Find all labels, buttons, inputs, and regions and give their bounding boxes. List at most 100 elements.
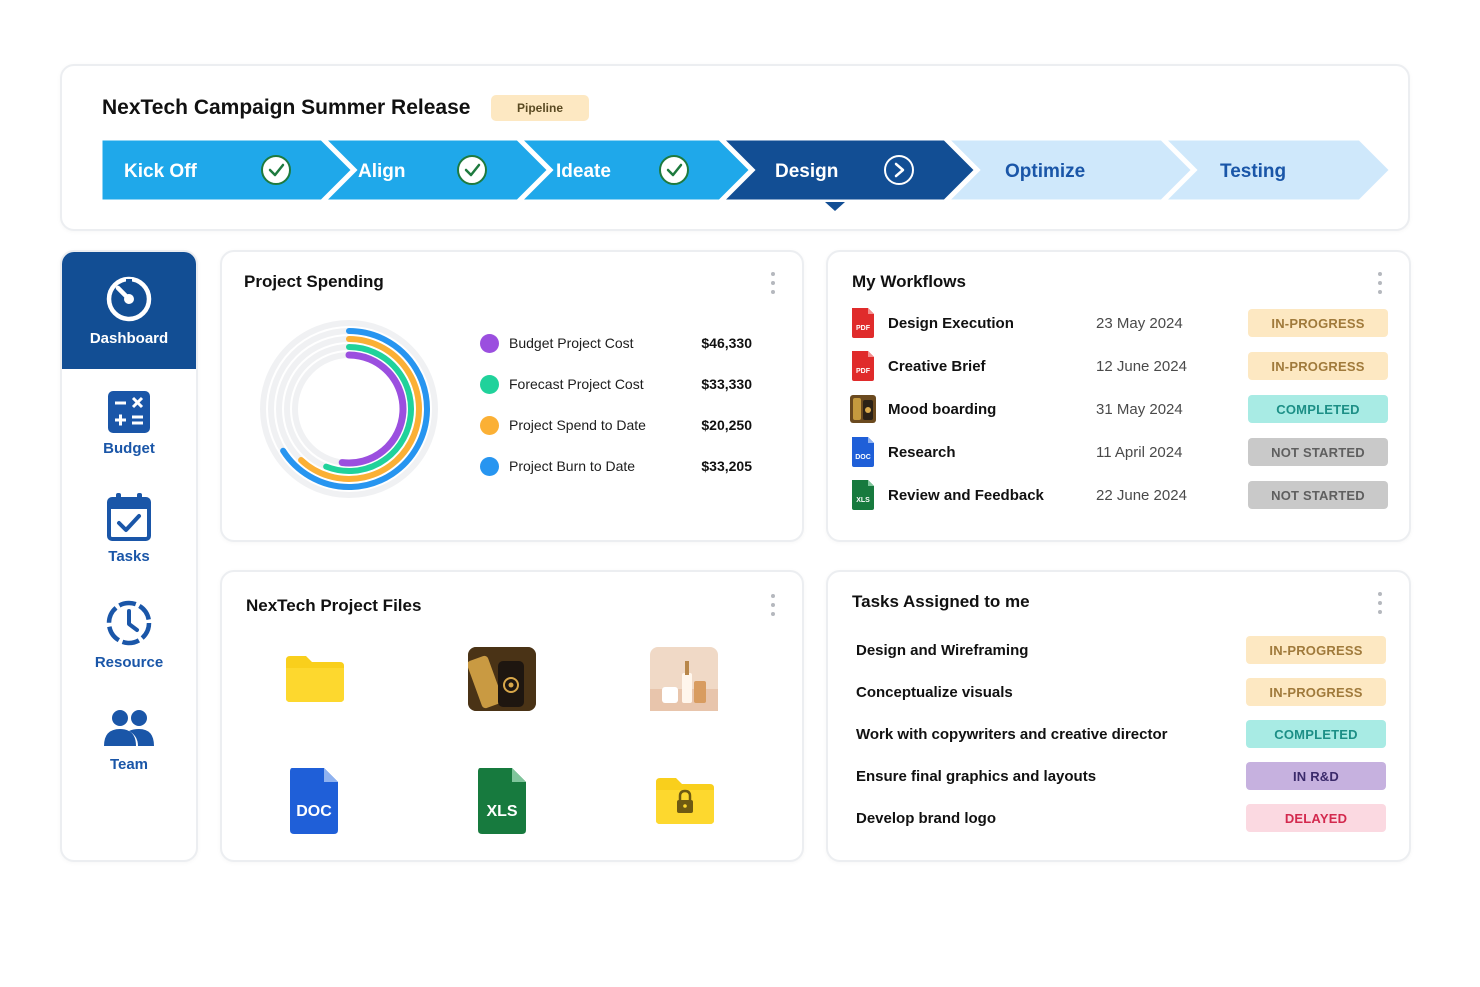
svg-text:DOC: DOC <box>296 803 332 820</box>
workflow-row[interactable]: PDF Creative Brief 12 June 2024 IN-PROGR… <box>850 351 1390 381</box>
svg-text:PDF: PDF <box>856 368 871 375</box>
status-badge: IN-PROGRESS <box>1248 309 1388 337</box>
more-options-icon[interactable] <box>1373 272 1387 294</box>
calendar-check-icon <box>106 492 152 542</box>
legend-value: $33,330 <box>701 376 752 392</box>
panel-title: NexTech Project Files <box>246 596 422 615</box>
legend-label: Project Burn to Date <box>509 458 636 474</box>
team-icon <box>102 708 156 750</box>
legend-label: Budget Project Cost <box>509 335 634 351</box>
sidebar-item-dashboard[interactable]: Dashboard <box>62 252 196 369</box>
pdf-file-icon: PDF <box>852 308 874 338</box>
project-files-panel: NexTech Project Files DOC XLS <box>220 570 804 862</box>
product-photo-icon[interactable] <box>467 647 536 716</box>
workflow-row[interactable]: XLS Review and Feedback 22 June 2024 NOT… <box>850 480 1390 510</box>
panel-title: Tasks Assigned to me <box>852 592 1030 611</box>
sidebar-item-tasks[interactable]: Tasks <box>62 492 196 565</box>
legend-label: Forecast Project Cost <box>509 376 644 392</box>
legend-value: $20,250 <box>701 417 752 433</box>
task-name: Conceptualize visuals <box>856 683 1013 701</box>
my-workflows-panel: My Workflows PDF Design Execution 23 May… <box>826 250 1411 542</box>
project-title: NexTech Campaign Summer Release <box>102 96 471 119</box>
status-badge: IN-PROGRESS <box>1246 636 1386 664</box>
xls-file-icon: XLS <box>852 480 874 510</box>
pipeline-header: NexTech Campaign Summer Release Pipeline… <box>60 64 1410 231</box>
task-row[interactable]: Design and Wireframing IN-PROGRESS <box>856 635 1386 665</box>
sidebar-item-label: Tasks <box>108 548 150 565</box>
current-stage-pointer <box>825 202 845 211</box>
doc-file-icon[interactable]: DOC <box>288 768 340 841</box>
folder-icon[interactable] <box>284 654 346 709</box>
pdf-file-icon: PDF <box>852 351 874 381</box>
doc-file-icon: DOC <box>852 437 874 467</box>
check-circle-icon <box>457 155 487 185</box>
task-row[interactable]: Ensure final graphics and layouts IN R&D <box>856 761 1386 791</box>
task-row[interactable]: Develop brand logo DELAYED <box>856 803 1386 833</box>
workflow-name: Design Execution <box>888 314 1014 332</box>
workflow-date: 22 June 2024 <box>1096 486 1187 504</box>
tasks-assigned-panel: Tasks Assigned to me Design and Wirefram… <box>826 570 1411 862</box>
legend-dot <box>480 374 499 394</box>
sidebar-item-resource[interactable]: Resource <box>62 598 196 671</box>
product-photo-icon[interactable] <box>650 647 718 716</box>
legend-dot <box>480 333 499 353</box>
workflow-name: Mood boarding <box>888 400 997 418</box>
task-name: Ensure final graphics and layouts <box>856 767 1097 785</box>
xls-file-icon[interactable]: XLS <box>476 768 528 841</box>
task-row[interactable]: Work with copywriters and creative direc… <box>856 719 1386 749</box>
sidebar-item-label: Resource <box>94 654 164 671</box>
legend-row: Project Spend to Date $20,250 <box>480 413 752 437</box>
ring-arc-budget-project-cost <box>338 351 407 467</box>
panel-title: Project Spending <box>244 272 384 291</box>
more-options-icon[interactable] <box>1373 592 1387 614</box>
ring-arc-forecast-project-cost <box>323 344 414 474</box>
legend-dot <box>480 456 499 476</box>
task-name: Work with copywriters and creative direc… <box>856 725 1168 743</box>
more-options-icon[interactable] <box>766 272 780 294</box>
sidebar-item-label: Team <box>109 756 149 773</box>
locked-folder-icon[interactable] <box>654 776 716 831</box>
legend-row: Forecast Project Cost $33,330 <box>480 372 752 396</box>
status-badge: IN-PROGRESS <box>1248 352 1388 380</box>
workflow-name: Creative Brief <box>888 357 986 375</box>
pipeline-badge: Pipeline <box>491 95 589 121</box>
status-badge: NOT STARTED <box>1248 481 1388 509</box>
task-row[interactable]: Conceptualize visuals IN-PROGRESS <box>856 677 1386 707</box>
pipeline-stage-label: Optimize <box>1005 161 1085 182</box>
workflow-name: Review and Feedback <box>888 486 1044 504</box>
svg-text:XLS: XLS <box>856 497 870 504</box>
pipeline-stages: Testing Optimize Design Ideate Align Kick Off <box>100 138 1392 211</box>
legend-row: Project Burn to Date $33,205 <box>480 454 752 478</box>
project-spending-panel: Project Spending Budget Project Cost $46… <box>220 250 804 542</box>
svg-text:PDF: PDF <box>856 325 871 332</box>
workflow-date: 31 May 2024 <box>1096 400 1183 418</box>
workflow-row[interactable]: PDF Design Execution 23 May 2024 IN-PROG… <box>850 308 1390 338</box>
svg-text:DOC: DOC <box>855 454 871 461</box>
status-badge: IN R&D <box>1246 762 1386 790</box>
gauge-icon <box>104 274 154 324</box>
status-badge: COMPLETED <box>1248 395 1388 423</box>
sidebar-item-budget[interactable]: Budget <box>62 390 196 457</box>
legend-dot <box>480 415 499 435</box>
pipeline-stage-design[interactable]: Design <box>708 138 981 211</box>
more-options-icon[interactable] <box>766 594 780 616</box>
clock-icon <box>104 598 154 648</box>
image-thumbnail-icon <box>850 395 876 423</box>
calculator-icon <box>107 390 151 434</box>
workflow-row[interactable]: DOC Research 11 April 2024 NOT STARTED <box>850 437 1390 467</box>
svg-text:XLS: XLS <box>486 803 517 820</box>
sidebar-item-team[interactable]: Team <box>62 708 196 773</box>
pipeline-stage-label: Kick Off <box>124 161 198 182</box>
check-circle-icon <box>261 155 291 185</box>
pipeline-stage-kick-off[interactable]: Kick Off <box>100 138 358 205</box>
spending-ring-chart <box>260 320 438 498</box>
task-name: Develop brand logo <box>856 809 997 827</box>
pipeline-stage-label: Align <box>358 161 406 182</box>
status-badge: DELAYED <box>1246 804 1386 832</box>
pipeline-stage-optimize[interactable]: Optimize <box>938 138 1198 205</box>
workflow-date: 23 May 2024 <box>1096 314 1183 332</box>
workflow-row[interactable]: Mood boarding 31 May 2024 COMPLETED <box>850 394 1390 424</box>
status-badge: COMPLETED <box>1246 720 1386 748</box>
status-badge: NOT STARTED <box>1248 438 1388 466</box>
sidebar: Dashboard Budget Tasks Resource Team <box>60 250 198 862</box>
